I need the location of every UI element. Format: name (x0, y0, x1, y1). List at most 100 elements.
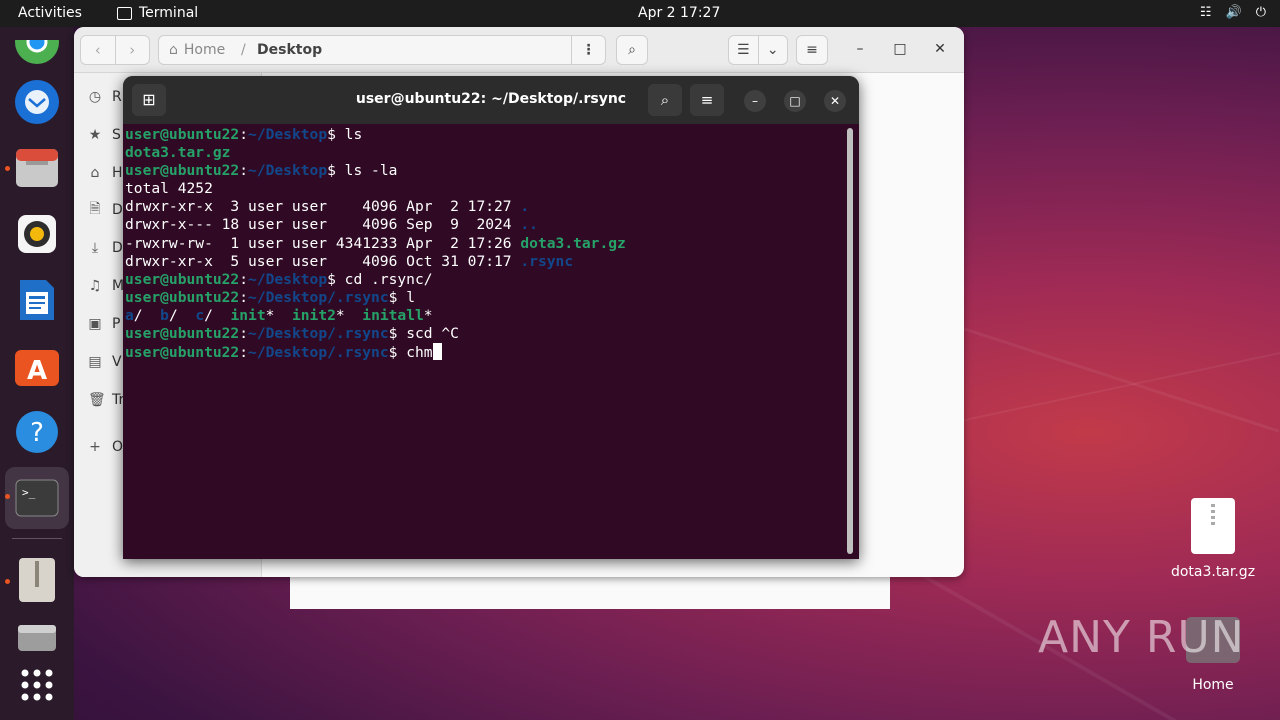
top-bar: Activities Terminal Apr 2 17:27 ☷ 🔊 ⏻ (0, 0, 1280, 27)
prompt-path: ~/Desktop/.rsync (248, 288, 389, 306)
path-home-label: Home (183, 42, 226, 58)
prompt-separator: : (239, 126, 249, 143)
app-menu[interactable]: Terminal (117, 5, 198, 21)
activities-button[interactable]: Activities (18, 5, 82, 21)
command-text: $ scd ^C (388, 325, 459, 343)
terminal-icon[interactable]: >_ (14, 475, 60, 521)
terminal-app-icon (117, 6, 132, 20)
desktop-home-label: Home (1192, 677, 1234, 693)
command-text: $ l (388, 288, 415, 306)
prompt-user: user@ubuntu22 (125, 288, 240, 306)
system-tray[interactable]: ☷ 🔊 ⏻ (1200, 5, 1266, 20)
output-text: drwxr-xr-x 5 user user 4096 Oct 31 07:17 (125, 252, 521, 270)
terminal-minimize-button[interactable]: – (744, 90, 766, 112)
sidebar-item-videos[interactable]: ▤ V (88, 352, 121, 372)
path-menu-button[interactable]: ⋮ (571, 36, 605, 64)
maximize-button[interactable]: □ (891, 41, 909, 57)
trash-icon: 🗑 (88, 392, 106, 408)
sidebar-item-label: D (112, 202, 123, 218)
terminal-output[interactable]: user@ubuntu22:~/Desktop$ ls dota3.tar.gz u… (125, 126, 845, 559)
background-window-edge (290, 577, 890, 609)
terminal-menu-button[interactable]: ≡ (690, 84, 724, 116)
terminal-line: drwxr-xr-x 5 user user 4096 Oct 31 07:17… (125, 253, 845, 271)
rhythmbox-icon[interactable] (14, 211, 60, 257)
terminal-search-button[interactable]: ⌕ (648, 84, 682, 116)
sidebar-item-pictures[interactable]: ▣ P (88, 314, 120, 334)
path-separator: / (241, 42, 246, 58)
archive-running-indicator (5, 579, 10, 584)
main-menu-button[interactable]: ≡ (796, 35, 828, 65)
terminal-line: user@ubuntu22:~/Desktop$ cd .rsync/ (125, 271, 845, 289)
sidebar-item-label: O (112, 439, 124, 455)
sidebar-item-label: D (112, 240, 123, 256)
terminal-headerbar: ⊞ user@ubuntu22: ~/Desktop/.rsync ⌕ ≡ – … (123, 76, 859, 124)
command-text: $ ls (327, 126, 363, 143)
prompt-separator: : (239, 162, 249, 180)
sidebar-item-recent[interactable]: ◷ R (88, 87, 122, 107)
output-text: a (125, 306, 134, 324)
prompt-separator: : (239, 344, 249, 362)
terminal-line: a/ b/ c/ init* init2* initall* (125, 307, 845, 325)
sidebar-item-other-locations[interactable]: + O (88, 437, 123, 457)
sidebar-item-label: P (112, 316, 121, 332)
path-current[interactable]: Desktop (257, 42, 322, 58)
writer-icon[interactable] (14, 277, 60, 323)
output-text: / (204, 306, 231, 324)
forward-button[interactable]: › (114, 36, 150, 64)
sidebar-item-starred[interactable]: ★ S (88, 125, 121, 145)
archive-icon[interactable] (14, 557, 60, 603)
output-text: init2 (291, 306, 336, 324)
terminal-scrollbar[interactable] (847, 128, 853, 554)
chevron-down-icon[interactable]: ⌄ (757, 36, 788, 64)
minimize-button[interactable]: – (851, 41, 869, 57)
app-grid-icon[interactable] (14, 662, 60, 708)
sidebar-item-trash[interactable]: 🗑 Tr (88, 390, 124, 410)
terminal-line: dota3.tar.gz (125, 144, 845, 162)
dock: A ? >_ (0, 27, 74, 720)
terminal-maximize-button[interactable]: □ (784, 90, 806, 112)
output-text: -rwxrw-rw- 1 user user 4341233 Apr 2 17:… (125, 234, 521, 252)
terminal-running-indicator (5, 494, 10, 499)
list-view-icon[interactable]: ☰ (729, 36, 758, 64)
prompt-user: user@ubuntu22 (125, 344, 240, 362)
output-text: drwxr-xr-x 3 user user 4096 Apr 2 17:27 (125, 198, 521, 216)
output-text: initall (362, 306, 424, 324)
plus-icon: + (89, 439, 101, 455)
prompt-separator: : (239, 270, 249, 288)
terminal-line: drwxr-x--- 18 user user 4096 Sep 9 2024 … (125, 216, 845, 234)
close-button[interactable]: ✕ (931, 41, 949, 57)
chrome-icon[interactable] (14, 32, 60, 78)
app-center-icon[interactable]: A (14, 343, 60, 389)
search-icon: ⌕ (628, 42, 636, 58)
files-icon[interactable] (14, 145, 60, 191)
help-icon[interactable]: ? (14, 409, 60, 455)
app-name: Terminal (139, 5, 199, 21)
back-button[interactable]: ‹ (81, 36, 115, 64)
prompt-user: user@ubuntu22 (125, 162, 240, 180)
command-text: $ chm (388, 344, 433, 362)
drive-icon[interactable] (14, 615, 60, 661)
sidebar-item-downloads[interactable]: ⤓ D (88, 238, 123, 258)
sidebar-item-label: H (112, 165, 123, 181)
search-button[interactable]: ⌕ (616, 35, 648, 65)
desktop-file-label: dota3.tar.gz (1170, 564, 1256, 580)
svg-text:>_: >_ (22, 486, 36, 499)
path-bar[interactable]: ⌂ Home / Desktop ⋮ (158, 35, 606, 65)
sidebar-item-home[interactable]: ⌂ H (88, 163, 123, 183)
sidebar-item-music[interactable]: ♫ M (88, 276, 124, 296)
output-text: init (230, 306, 266, 324)
desktop-file-dota3[interactable]: dota3.tar.gz (1165, 498, 1261, 580)
sidebar-item-documents[interactable]: 🗎 D (88, 200, 123, 220)
watermark: ANY RUN (1038, 612, 1245, 663)
command-text: $ ls -la (327, 162, 398, 180)
prompt-path: ~/Desktop/.rsync (248, 325, 389, 343)
text-cursor (432, 343, 442, 361)
terminal-close-button[interactable]: ✕ (824, 90, 846, 112)
output-text: * (335, 306, 363, 324)
video-icon: ▤ (88, 354, 102, 370)
clock[interactable]: Apr 2 17:27 (638, 5, 720, 21)
view-toggle[interactable]: ☰ ⌄ (728, 35, 788, 65)
path-home[interactable]: ⌂ Home (169, 42, 225, 58)
thunderbird-icon[interactable] (14, 79, 60, 125)
svg-text:?: ? (30, 418, 44, 448)
